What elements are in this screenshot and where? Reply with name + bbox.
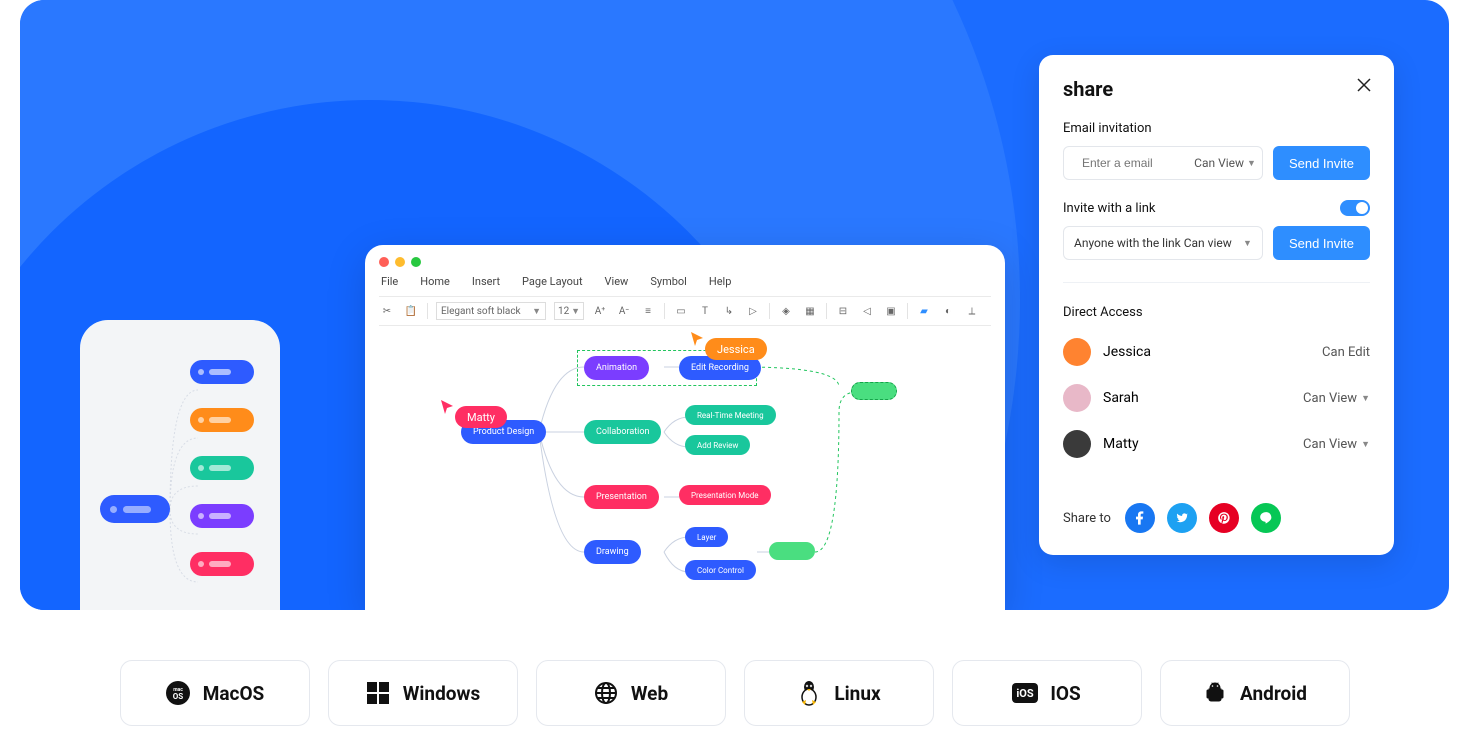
share-title: share: [1063, 77, 1370, 101]
toolbar: ✂ 📋 Elegant soft black▼ 12▼ A⁺ A⁻ ≡ ▭ T …: [379, 296, 991, 326]
pointer-icon[interactable]: ▷: [745, 303, 761, 319]
person-row: Jessica Can Edit: [1063, 338, 1370, 366]
menu-symbol[interactable]: Symbol: [650, 275, 687, 288]
avatar: [1063, 384, 1091, 412]
line-icon[interactable]: [1251, 503, 1281, 533]
person-name: Sarah: [1103, 390, 1139, 406]
email-label: Email invitation: [1063, 121, 1370, 136]
phone-child-node: [190, 504, 254, 528]
paste-icon[interactable]: 📋: [403, 303, 419, 319]
node-layer[interactable]: Layer: [685, 527, 728, 547]
window-controls: [379, 257, 991, 267]
platform-macos[interactable]: macOSMacOS: [120, 660, 310, 726]
menu-home[interactable]: Home: [420, 275, 450, 288]
max-dot[interactable]: [411, 257, 421, 267]
min-dot[interactable]: [395, 257, 405, 267]
menu-page-layout[interactable]: Page Layout: [522, 275, 583, 288]
phone-root-node: [100, 495, 170, 523]
node-real-time[interactable]: Real-Time Meeting: [685, 405, 776, 425]
linux-icon: [796, 680, 822, 706]
twitter-icon[interactable]: [1167, 503, 1197, 533]
node-animation[interactable]: Animation: [584, 356, 649, 380]
node-add-review[interactable]: Add Review: [685, 435, 750, 455]
cursor-jessica: Jessica: [705, 338, 767, 360]
group-icon[interactable]: ▦: [802, 303, 818, 319]
hero-banner: FileHomeInsertPage LayoutViewSymbolHelp …: [20, 0, 1449, 610]
cursor-matty: Matty: [455, 406, 507, 428]
send-link-button[interactable]: Send Invite: [1273, 226, 1370, 260]
menu-view[interactable]: View: [605, 275, 629, 288]
node-color-control[interactable]: Color Control: [685, 560, 756, 580]
fill-icon[interactable]: ▰: [916, 303, 932, 319]
node-blank2[interactable]: [851, 382, 897, 400]
android-icon: [1202, 680, 1228, 706]
effect-icon[interactable]: ◐: [940, 303, 956, 319]
menu-file[interactable]: File: [381, 275, 398, 288]
canvas[interactable]: Product Design Animation Edit Recording …: [379, 332, 991, 610]
email-combo: Can View▼: [1063, 146, 1263, 180]
macos-icon: macOS: [165, 680, 191, 706]
person-name: Matty: [1103, 436, 1139, 452]
cut-icon[interactable]: ✂: [379, 303, 395, 319]
send-email-button[interactable]: Send Invite: [1273, 146, 1370, 180]
person-perm[interactable]: Can View ▼: [1303, 391, 1370, 406]
phone-child-node: [190, 552, 254, 576]
menu-bar: File Home Insert Page Layout View Symbol Help: [379, 275, 991, 288]
phone-child-node: [190, 456, 254, 480]
svg-text:OS: OS: [173, 692, 184, 701]
person-perm[interactable]: Can View ▼: [1303, 437, 1370, 452]
size-select[interactable]: 12▼: [554, 302, 584, 320]
ios-icon: iOS: [1012, 680, 1038, 706]
email-perm-select[interactable]: Can View▼: [1194, 156, 1256, 170]
menu-insert[interactable]: Insert: [472, 275, 500, 288]
platforms-row: macOSMacOS Windows Web Linux iOSIOS Android: [0, 660, 1469, 726]
avatar: [1063, 338, 1091, 366]
share-panel: share Email invitation Can View▼ Send In…: [1039, 55, 1394, 555]
close-icon[interactable]: [1356, 77, 1372, 97]
node-drawing[interactable]: Drawing: [584, 540, 641, 564]
node-blank1[interactable]: [769, 542, 815, 560]
font-select[interactable]: Elegant soft black▼: [436, 302, 546, 320]
crop-icon[interactable]: ⟂: [964, 303, 980, 319]
font-inc-icon[interactable]: A⁺: [592, 303, 608, 319]
node-presentation-mode[interactable]: Presentation Mode: [679, 485, 771, 505]
direct-label: Direct Access: [1063, 305, 1370, 320]
node-presentation[interactable]: Presentation: [584, 485, 659, 509]
flip-icon[interactable]: ◁: [859, 303, 875, 319]
person-perm: Can Edit: [1322, 345, 1370, 360]
person-name: Jessica: [1103, 344, 1151, 360]
platform-linux[interactable]: Linux: [744, 660, 934, 726]
connector-icon[interactable]: ↳: [721, 303, 737, 319]
platform-android[interactable]: Android: [1160, 660, 1350, 726]
node-collaboration[interactable]: Collaboration: [584, 420, 661, 444]
platform-windows[interactable]: Windows: [328, 660, 518, 726]
frame-icon[interactable]: ▣: [883, 303, 899, 319]
shape-rect-icon[interactable]: ▭: [673, 303, 689, 319]
app-window: FileHomeInsertPage LayoutViewSymbolHelp …: [365, 245, 1005, 610]
menu-help[interactable]: Help: [709, 275, 732, 288]
person-row: Sarah Can View ▼: [1063, 384, 1370, 412]
font-dec-icon[interactable]: A⁻: [616, 303, 632, 319]
platform-ios[interactable]: iOSIOS: [952, 660, 1142, 726]
link-label: Invite with a link: [1063, 201, 1156, 216]
svg-text:iOS: iOS: [1017, 687, 1034, 700]
align-icon[interactable]: ≡: [640, 303, 656, 319]
text-icon[interactable]: T: [697, 303, 713, 319]
phone-child-node: [190, 360, 254, 384]
layers-icon[interactable]: ◈: [778, 303, 794, 319]
avatar: [1063, 430, 1091, 458]
platform-web[interactable]: Web: [536, 660, 726, 726]
phone-child-node: [190, 408, 254, 432]
web-icon: [593, 680, 619, 706]
windows-icon: [365, 680, 391, 706]
pinterest-icon[interactable]: [1209, 503, 1239, 533]
facebook-icon[interactable]: [1125, 503, 1155, 533]
person-row: Matty Can View ▼: [1063, 430, 1370, 458]
close-dot[interactable]: [379, 257, 389, 267]
phone-mock: [80, 320, 280, 610]
link-perm-select[interactable]: Anyone with the link Can view▼: [1063, 226, 1263, 260]
share-to-label: Share to: [1063, 511, 1111, 526]
align2-icon[interactable]: ⊟: [835, 303, 851, 319]
link-toggle[interactable]: [1340, 200, 1370, 216]
